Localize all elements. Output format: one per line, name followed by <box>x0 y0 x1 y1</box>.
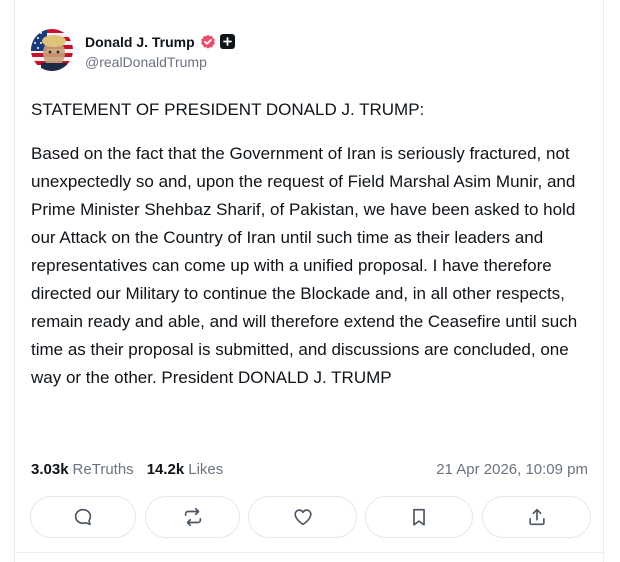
post-timestamp[interactable]: 21 Apr 2026, 10:09 pm <box>436 461 588 478</box>
action-bar <box>15 496 605 540</box>
heart-icon <box>293 509 312 526</box>
bookmark-icon <box>413 508 425 526</box>
likes-count: 14.2k <box>146 460 185 478</box>
verified-badge-icon <box>200 34 216 50</box>
post-text: Based on the fact that the Government of… <box>31 144 578 387</box>
retruths-stat[interactable]: 3.03k ReTruths <box>31 461 134 478</box>
retruths-count: 3.03k <box>31 460 69 478</box>
display-name[interactable]: Donald J. Trump <box>85 34 195 50</box>
post-card: Donald J. Trump @realDonaldTrump STATEME… <box>14 0 604 562</box>
share-icon <box>528 508 545 526</box>
reply-icon <box>74 508 92 526</box>
avatar-image <box>31 29 73 71</box>
post-header: Donald J. Trump @realDonaldTrump <box>31 28 235 72</box>
bookmark-button[interactable] <box>365 496 473 538</box>
post-content: STATEMENT OF PRESIDENT DONALD J. TRUMP: … <box>31 96 591 392</box>
plus-icon <box>219 34 235 49</box>
like-button[interactable] <box>248 496 357 538</box>
likes-label: Likes <box>188 460 224 478</box>
post-title: STATEMENT OF PRESIDENT DONALD J. TRUMP: <box>31 100 425 119</box>
name-row: Donald J. Trump <box>85 31 235 53</box>
reply-button[interactable] <box>30 496 136 538</box>
retruth-button[interactable] <box>145 496 240 538</box>
author-handle[interactable]: @realDonaldTrump <box>85 54 235 70</box>
avatar[interactable] <box>31 29 73 71</box>
author-names: Donald J. Trump @realDonaldTrump <box>85 31 235 70</box>
post-stats: 3.03k ReTruths 14.2k Likes 21 Apr 2026, … <box>31 458 588 480</box>
share-button[interactable] <box>482 496 591 538</box>
retruth-icon <box>184 507 201 527</box>
card-divider <box>15 552 603 553</box>
retruths-label: ReTruths <box>72 460 134 478</box>
likes-stat[interactable]: 14.2k Likes <box>147 461 224 478</box>
